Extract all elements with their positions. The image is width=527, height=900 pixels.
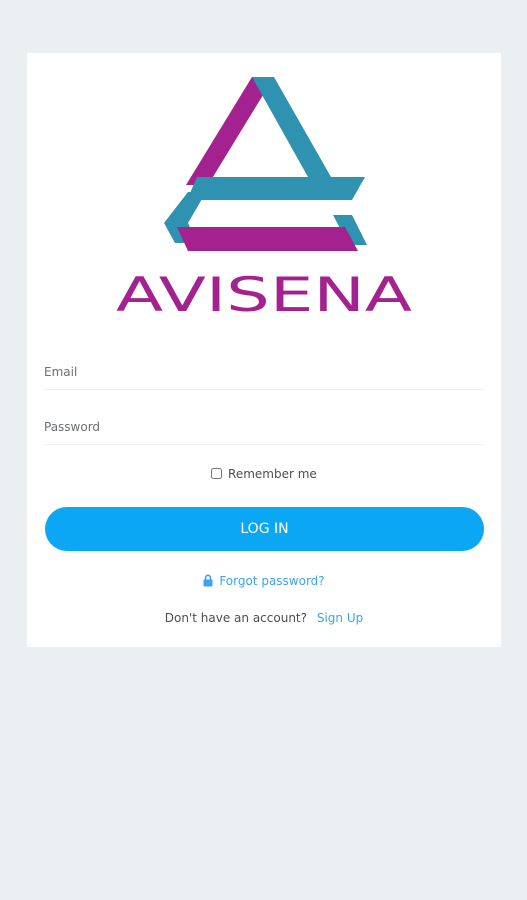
forgot-password-row: Forgot password? xyxy=(27,574,501,588)
forgot-password-link[interactable]: Forgot password? xyxy=(203,574,325,588)
email-field-wrap xyxy=(44,355,484,390)
signup-link[interactable]: Sign Up xyxy=(317,611,363,625)
email-field[interactable] xyxy=(44,355,484,389)
login-card: AVISENA Remember me LOG IN Forgot passwo… xyxy=(27,53,501,647)
login-button[interactable]: LOG IN xyxy=(45,507,484,551)
password-field[interactable] xyxy=(44,410,484,444)
password-field-wrap xyxy=(44,410,484,445)
lock-icon xyxy=(203,574,213,587)
remember-me-row: Remember me xyxy=(27,467,501,481)
brand-wordmark: AVISENA xyxy=(116,268,412,323)
forgot-password-label: Forgot password? xyxy=(219,574,325,588)
remember-me-label: Remember me xyxy=(228,467,317,481)
no-account-text: Don't have an account? xyxy=(164,611,307,625)
remember-me-checkbox[interactable] xyxy=(211,468,223,479)
logo: AVISENA xyxy=(27,73,501,323)
avisena-logo-icon: AVISENA xyxy=(116,77,412,323)
signup-row: Don't have an account? Sign Up xyxy=(27,611,501,625)
